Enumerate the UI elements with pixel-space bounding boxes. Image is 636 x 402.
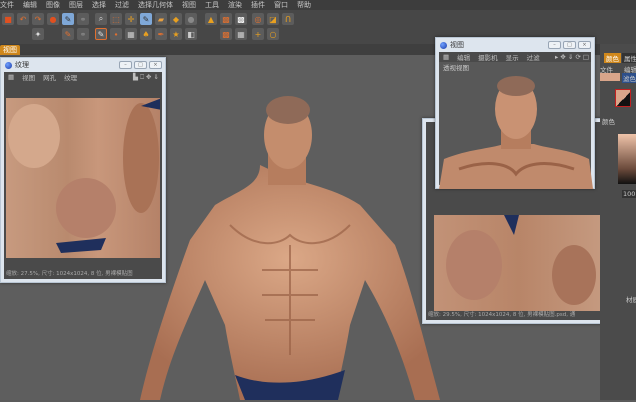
scale-icon[interactable]: ◪ <box>267 13 279 25</box>
brush-icon[interactable]: ✎ <box>140 13 152 25</box>
color-picker-swatch[interactable] <box>615 89 631 107</box>
undo-icon[interactable]: ↶ <box>17 13 29 25</box>
window-title: 视图 <box>450 41 464 49</box>
grid-icon[interactable]: ▦ <box>443 53 449 61</box>
texture-window: 纹理 – □ × ▦ 视图 网孔 纹理 ▙ ⎕ ✥ ⇓ 缩放: 27.5%, 尺寸: 102… <box>0 57 166 283</box>
move-icon[interactable]: ✛ <box>125 13 137 25</box>
move-axis-icon[interactable]: + <box>252 28 264 40</box>
window-title: 纹理 <box>15 61 29 69</box>
closeup-render <box>439 76 593 189</box>
tab-color[interactable]: 颜色 <box>604 53 621 63</box>
checker3-icon[interactable]: ▩ <box>220 28 232 40</box>
menu-help[interactable]: 帮助 <box>297 0 311 10</box>
new-texture-icon[interactable]: ■ <box>2 13 14 25</box>
minimize-button[interactable]: – <box>119 61 132 69</box>
dodge-icon[interactable]: ♠ <box>140 28 152 40</box>
status-bar: 缩放: 27.5%, 尺寸: 1024x1024, 8 位, 男裸模贴图 <box>6 271 133 277</box>
maximize-button[interactable]: □ <box>563 41 576 49</box>
color-swatch-bar[interactable] <box>600 73 620 81</box>
menu-select-geometry[interactable]: 选择几何体 <box>138 0 173 10</box>
maximize-button[interactable]: □ <box>134 61 147 69</box>
menu-camera[interactable]: 摄影机 <box>478 52 498 62</box>
minimize-button[interactable]: – <box>548 41 561 49</box>
link-icon[interactable]: ⚭ <box>77 13 89 25</box>
magnet-icon[interactable]: Ո <box>282 13 294 25</box>
checker-icon[interactable]: ▩ <box>220 13 232 25</box>
projection-icon[interactable]: ▲ <box>205 13 217 25</box>
link2-icon[interactable]: ⚭ <box>77 28 89 40</box>
nav-icons[interactable]: ▙ ⎕ ✥ ⇓ <box>133 73 162 82</box>
texture-canvas-2[interactable] <box>434 215 603 311</box>
material-label: 材质 <box>626 296 636 304</box>
menu-view[interactable]: 视图 <box>22 72 35 82</box>
paint-brush-icon[interactable]: ✎ <box>62 13 74 25</box>
menu-file[interactable]: 文件 <box>0 0 14 10</box>
smudge-icon[interactable]: ∙ <box>110 28 122 40</box>
tab-attributes[interactable]: 属性 <box>622 53 636 63</box>
stamp-icon[interactable]: ▦ <box>125 28 137 40</box>
record-icon[interactable]: ● <box>47 13 59 25</box>
color-swap-icon[interactable]: ◧ <box>185 28 197 40</box>
value-field[interactable]: 100 <box>622 190 636 198</box>
menu-filter[interactable]: 过滤 <box>527 52 540 62</box>
fill-icon[interactable]: ◆ <box>170 13 182 25</box>
view-window: 视图 – □ × ▦ 编辑 摄影机 显示 过滤 ▸ ✥ ⇓ ⟳ □ 透视视图 <box>435 37 595 189</box>
menu-window[interactable]: 窗口 <box>274 0 288 10</box>
blend-mode[interactable]: 滤色 <box>622 73 636 83</box>
redo-icon[interactable]: ↷ <box>32 13 44 25</box>
grid-icon[interactable]: ▦ <box>8 73 14 81</box>
menu-layer[interactable]: 图层 <box>69 0 83 10</box>
menu-edit[interactable]: 编辑 <box>457 52 470 62</box>
brush-settings-icon[interactable]: ✦ <box>32 28 44 40</box>
menu-edit[interactable]: 编辑 <box>23 0 37 10</box>
color-label: 颜色 <box>602 118 615 126</box>
menu-select[interactable]: 选择 <box>92 0 106 10</box>
texture-canvas[interactable] <box>6 98 160 258</box>
tab-view[interactable]: 视图 <box>0 45 20 55</box>
right-panel: 颜色 属性 文件 编辑 滤色 颜色 100 材质 <box>600 44 636 400</box>
rect-select-icon[interactable]: ⬚ <box>110 13 122 25</box>
status-bar-2: 缩放: 29.5%, 尺寸: 1024x1024, 8 位, 男裸模贴图.psd… <box>428 312 576 318</box>
menu-display[interactable]: 显示 <box>506 52 519 62</box>
menu-render[interactable]: 渲染 <box>228 0 242 10</box>
hair <box>266 96 310 124</box>
menu-image[interactable]: 图像 <box>46 0 60 10</box>
checker2-icon[interactable]: ▩ <box>235 13 247 25</box>
eraser-icon[interactable]: ▰ <box>155 13 167 25</box>
window-icon <box>440 41 447 49</box>
menu-filter[interactable]: 过滤 <box>115 0 129 10</box>
menu-mesh[interactable]: 网孔 <box>43 72 56 82</box>
menu-texture[interactable]: 纹理 <box>64 72 77 82</box>
menu-tools[interactable]: 工具 <box>205 0 219 10</box>
color-field[interactable] <box>618 134 636 184</box>
blur-icon[interactable]: ● <box>185 13 197 25</box>
close-button[interactable]: × <box>149 61 162 69</box>
menu-bar: 文件 编辑 图像 图层 选择 过滤 选择几何体 视图 工具 渲染 插件 窗口 帮… <box>0 0 636 10</box>
uv-icon[interactable]: ▦ <box>235 28 247 40</box>
nav-icons[interactable]: ▸ ✥ ⇓ ⟳ □ <box>555 53 591 61</box>
menu-plugins[interactable]: 插件 <box>251 0 265 10</box>
magnifier-icon[interactable]: ⌕ <box>95 13 107 25</box>
close-button[interactable]: × <box>578 41 591 49</box>
select-tool-icon[interactable]: ◎ <box>252 13 264 25</box>
paint-mode-icon[interactable]: ✎ <box>62 28 74 40</box>
clone-icon[interactable]: ✎ <box>95 28 107 40</box>
eyedropper-icon[interactable]: ✒ <box>155 28 167 40</box>
menu-view[interactable]: 视图 <box>182 0 196 10</box>
rotate-icon[interactable]: ○ <box>267 28 279 40</box>
star-icon[interactable]: ★ <box>170 28 182 40</box>
window-icon <box>5 61 12 69</box>
